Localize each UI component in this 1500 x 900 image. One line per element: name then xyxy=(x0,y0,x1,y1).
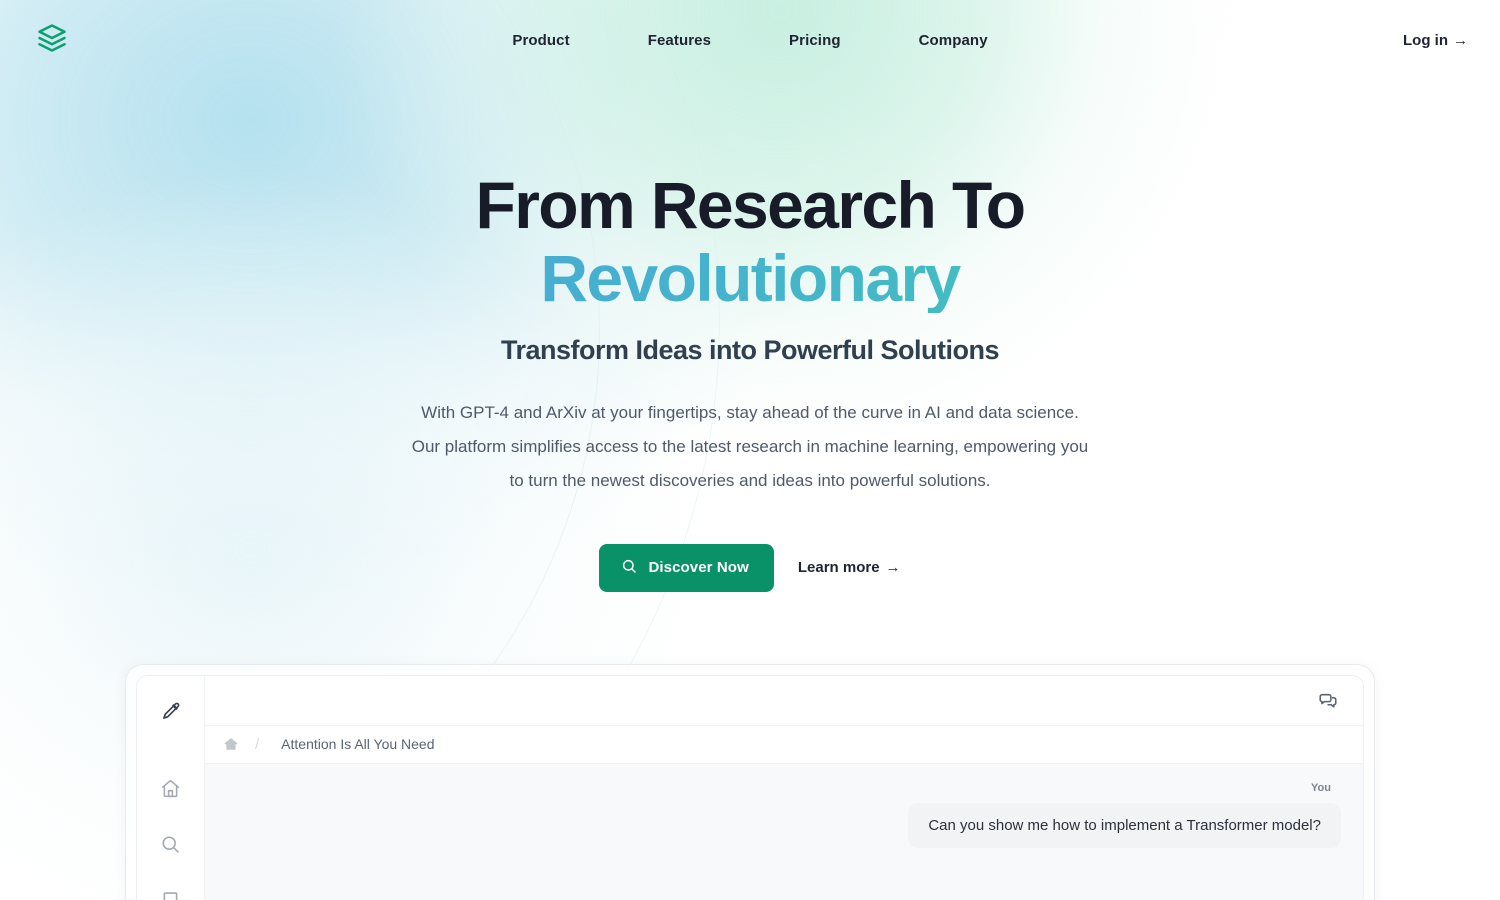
home-icon[interactable] xyxy=(158,776,184,802)
chat-message-user: Can you show me how to implement a Trans… xyxy=(908,802,1341,848)
layers-stack-icon xyxy=(37,23,67,58)
app-preview-window: / Attention Is All You Need You Can you … xyxy=(136,674,1364,900)
breadcrumb-title[interactable]: Attention Is All You Need xyxy=(281,736,434,752)
arrow-right-icon: → xyxy=(885,559,901,577)
search-icon[interactable] xyxy=(158,832,184,858)
hero-description: With GPT-4 and ArXiv at your fingertips,… xyxy=(411,402,1089,490)
pen-icon[interactable] xyxy=(158,698,184,724)
discover-now-button[interactable]: Discover Now xyxy=(599,543,774,592)
page-title: From Research To Revolutionary xyxy=(0,171,1500,313)
nav-links: Product Features Pricing Company xyxy=(0,32,1500,49)
nav-item-pricing[interactable]: Pricing xyxy=(789,32,841,49)
chat-author-label: You xyxy=(1311,781,1331,794)
hero-title-line-2: Revolutionary xyxy=(0,244,1500,312)
learn-more-link[interactable]: Learn more → xyxy=(798,559,901,576)
nav-item-company[interactable]: Company xyxy=(919,32,988,49)
hero-section: From Research To Revolutionary Transform… xyxy=(0,80,1500,592)
learn-more-label: Learn more xyxy=(797,559,880,577)
hero-title-line-1: From Research To xyxy=(475,168,1027,242)
chat-area: You Can you show me how to implement a T… xyxy=(205,763,1363,900)
login-link[interactable]: Log in → xyxy=(1403,32,1468,49)
nav-item-product[interactable]: Product xyxy=(512,32,569,49)
app-main-area: / Attention Is All You Need You Can you … xyxy=(205,675,1363,900)
bookmark-icon[interactable] xyxy=(158,888,184,900)
breadcrumb: / Attention Is All You Need xyxy=(205,725,1363,764)
app-preview-frame: / Attention Is All You Need You Can you … xyxy=(125,663,1375,900)
top-navigation-bar: Product Features Pricing Company Log in … xyxy=(0,0,1500,80)
cta-row: Discover Now Learn more → xyxy=(0,543,1500,592)
app-topbar xyxy=(205,675,1363,726)
search-icon xyxy=(621,558,637,578)
login-label: Log in xyxy=(1403,31,1448,49)
app-sidebar xyxy=(137,675,205,900)
arrow-right-icon: → xyxy=(1453,31,1468,49)
hero-subtitle: Transform Ideas into Powerful Solutions xyxy=(500,334,1000,365)
breadcrumb-separator: / xyxy=(255,735,260,753)
logo-link[interactable] xyxy=(32,20,72,60)
home-icon[interactable] xyxy=(223,736,239,752)
chat-bubbles-icon[interactable] xyxy=(1315,687,1341,713)
nav-item-features[interactable]: Features xyxy=(648,32,711,49)
discover-now-label: Discover Now xyxy=(648,559,749,577)
